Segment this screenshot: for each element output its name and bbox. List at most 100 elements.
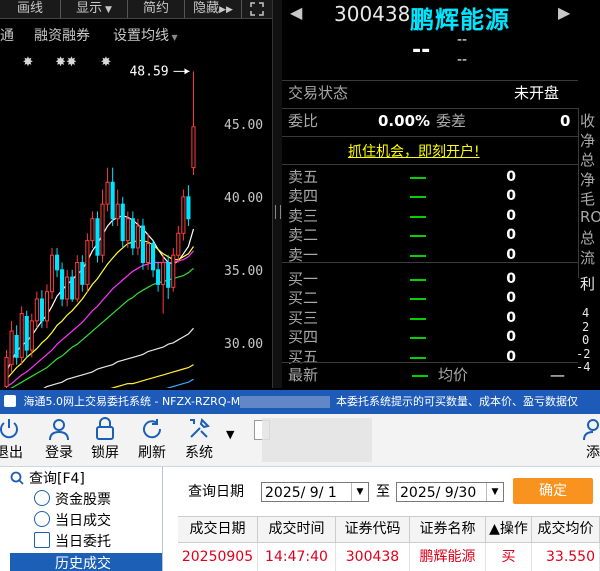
divider (282, 108, 578, 109)
buy-level-row: 买四 0 (282, 328, 578, 347)
hide-button[interactable]: 隐藏▶▶ (185, 0, 242, 18)
level-volume: 0 (506, 227, 516, 244)
tree-item-history-deals[interactable]: 历史成交 (10, 553, 162, 571)
redacted-text (240, 396, 330, 408)
date-dropdown-icon[interactable]: ▼ (351, 483, 368, 501)
date-dropdown-icon[interactable]: ▼ (486, 483, 503, 501)
moving-average-line (6, 240, 194, 380)
power-icon (0, 419, 18, 439)
level-price-dash (410, 356, 426, 359)
exit-button[interactable]: 退出 (0, 416, 32, 462)
deals-table-header: 成交日期 成交时间 证券代码 证券名称 ▲操作 成交均价 (178, 516, 600, 543)
refresh-label: 刷新 (138, 445, 166, 461)
fullscreen-icon[interactable] (242, 0, 272, 18)
column-header[interactable]: 成交时间 (258, 517, 336, 542)
add-button[interactable]: 添 (570, 416, 600, 462)
sell-level-row: 卖五 0 (282, 168, 578, 187)
prev-stock-icon[interactable]: ◀ (290, 3, 302, 22)
system-label: 系统 (185, 445, 213, 461)
table-cell: 33.550 (532, 543, 600, 571)
moving-average-line (166, 378, 194, 388)
query-bar: 查询日期 2025/ 9/ 1 ▼ 至 2025/ 9/30 ▼ 确定 (178, 476, 600, 510)
candle-body (75, 262, 80, 300)
fundamental-label: 收 (580, 112, 596, 130)
level-volume: 0 (506, 329, 516, 346)
avg-label: 均价 (438, 366, 469, 384)
trade-title-bar: 海通5.0网上交易委托系统 - NFZX-RZRQ-M 本委托系统提示的可买数量… (0, 390, 600, 414)
simple-button[interactable]: 简约 (128, 0, 185, 18)
quote-panel: ◀ 300438 鹏辉能源 ▶ -- -- -- 交易状态 未开盘 委比 0.0… (282, 0, 600, 388)
candle-body (34, 298, 39, 322)
signal-marker: ✸✸ (55, 55, 77, 70)
sell-level-row: 卖二 0 (282, 226, 578, 245)
arrow-head-icon (184, 68, 190, 75)
candle-body (24, 315, 29, 351)
candle-body (100, 203, 105, 256)
candle-body (65, 276, 70, 300)
start-date-picker[interactable]: 2025/ 9/ 1 ▼ (261, 482, 369, 502)
level-volume: 0 (506, 309, 516, 326)
confirm-button[interactable]: 确定 (513, 478, 593, 504)
system-button[interactable]: 系统 (176, 416, 222, 462)
column-header[interactable]: 证券代码 (336, 517, 410, 542)
divider (282, 262, 578, 263)
table-row[interactable]: 20250905 14:47:40 300438 鹏辉能源买 33.550 (178, 543, 600, 571)
stock-code: 300438 (334, 2, 411, 26)
tree-item-funds[interactable]: 资金股票 (34, 490, 111, 510)
column-header[interactable]: 成交均价 (532, 517, 600, 542)
login-button[interactable]: 登录 (36, 416, 82, 462)
refresh-icon (143, 419, 162, 439)
more-dropdown-icon[interactable]: ▼ (226, 428, 234, 441)
mini-axis-label: 2 (582, 319, 590, 334)
level-price-dash (410, 196, 426, 199)
fundamental-label: RO (580, 207, 600, 226)
tree-item-today-deals[interactable]: 当日成交 (34, 511, 111, 531)
candle-body (49, 254, 55, 293)
candle-body (9, 330, 14, 366)
candle-body (161, 262, 166, 285)
column-header[interactable]: ▲操作 (486, 517, 532, 542)
tree-item-today-orders[interactable]: 当日委托 (34, 532, 111, 552)
tools-icon (190, 418, 210, 438)
candle-body (171, 254, 176, 288)
weicha-label: 委差 (436, 112, 467, 130)
function-tree: 查询[F4] 资金股票 当日成交 当日委托 历史成交 (0, 467, 163, 571)
divider (282, 80, 578, 81)
level-price-dash (410, 177, 426, 179)
tab-set-ma[interactable]: 设置均线 ▼ (113, 25, 178, 45)
weicha-value: 0 (560, 112, 571, 130)
level-price-dash (410, 337, 426, 340)
splitter-grip-icon (275, 205, 281, 219)
end-date-picker[interactable]: 2025/ 9/30 ▼ (396, 482, 504, 502)
candle-body (19, 313, 24, 358)
candle-body (44, 291, 50, 322)
kline-chart-pane[interactable]: 画线 显示 ▼ 简约 隐藏▶▶ 通 融资融券 设置均线 ▼ ✸ ✸✸ ✸ 45.00 4… (0, 0, 280, 388)
divider (282, 164, 578, 165)
dropdown-arrow-icon: ▼ (169, 33, 178, 42)
lock-screen-button[interactable]: 锁屏 (82, 416, 128, 462)
query-date-label: 查询日期 (188, 484, 244, 500)
table-cell: 14:47:40 (258, 543, 336, 571)
level-price-dash (410, 254, 426, 257)
buy-level-row: 买五 0 (282, 348, 578, 367)
open-account-link[interactable]: 抓住机会，即刻开户! (348, 141, 480, 161)
draw-line-button[interactable]: 画线 (0, 0, 61, 18)
signal-marker: ✸ (23, 55, 34, 70)
column-header[interactable]: 证券名称 (410, 517, 486, 542)
display-dropdown[interactable]: 显示 ▼ (61, 0, 128, 18)
tab-tong[interactable]: 通 (0, 25, 14, 45)
stock-name: 鹏辉能源 (410, 6, 510, 34)
login-label: 登录 (45, 445, 73, 461)
level-volume: 0 (506, 290, 516, 307)
next-stock-icon[interactable]: ▶ (558, 3, 570, 22)
level-label: 卖二 (288, 226, 319, 245)
candle-body (85, 240, 90, 285)
level-volume: 0 (506, 271, 516, 287)
refresh-button[interactable]: 刷新 (129, 416, 175, 462)
add-label: 添 (586, 445, 600, 461)
tab-margin-trading[interactable]: 融资融券 (34, 25, 90, 45)
column-header[interactable]: 成交日期 (178, 517, 258, 542)
tree-query[interactable]: 查询[F4] (10, 469, 85, 489)
candlestick-chart[interactable]: ✸ ✸✸ ✸45.0040.0035.0030.0048.59 (0, 48, 272, 388)
table-cell: 20250905 (178, 543, 258, 571)
